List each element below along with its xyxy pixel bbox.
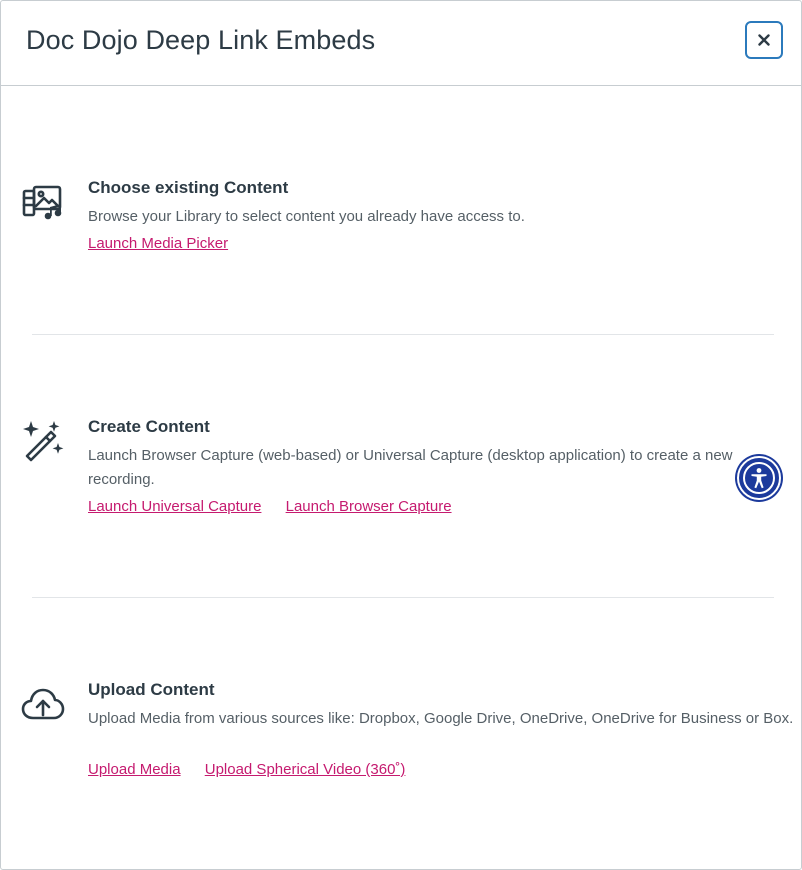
magic-wand-icon [21,419,65,463]
launch-media-picker-link[interactable]: Launch Media Picker [88,235,228,252]
launch-universal-capture-link[interactable]: Launch Universal Capture [88,498,261,515]
section-title: Upload Content [88,680,215,699]
accessibility-icon [743,462,775,494]
cloud-upload-icon [21,684,65,728]
section-links: Launch Universal Capture Launch Browser … [88,498,472,515]
section-links: Upload Media Upload Spherical Video (360… [88,761,425,778]
section-divider [32,597,774,598]
section-description: Browse your Library to select content yo… [88,208,525,225]
dialog-title: Doc Dojo Deep Link Embeds [26,25,376,55]
launch-browser-capture-link[interactable]: Launch Browser Capture [286,498,452,515]
dialog-header: Doc Dojo Deep Link Embeds [1,1,801,86]
accessibility-button[interactable] [737,456,781,500]
media-library-icon [21,179,65,223]
close-button[interactable] [745,21,783,59]
section-links: Launch Media Picker [88,235,248,252]
section-description: Upload Media from various sources like: … [88,710,794,727]
section-title: Choose existing Content [88,178,289,197]
upload-spherical-video-link[interactable]: Upload Spherical Video (360˚) [205,761,406,778]
deep-link-dialog: Doc Dojo Deep Link Embeds Choose existin… [0,0,802,870]
section-divider [32,334,774,335]
upload-media-link[interactable]: Upload Media [88,761,181,778]
section-title: Create Content [88,417,210,436]
section-description: Launch Browser Capture (web-based) or Un… [88,447,733,488]
close-icon [758,34,770,46]
